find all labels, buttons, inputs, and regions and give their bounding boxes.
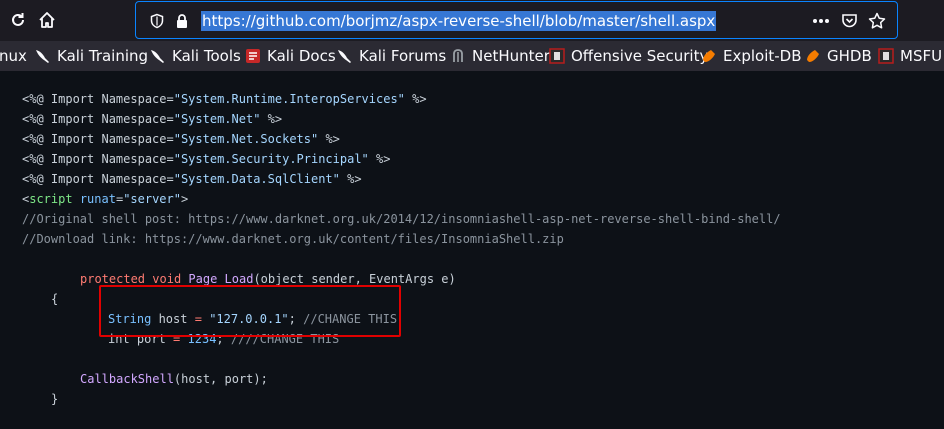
code-line: //Original shell post: https://www.darkn…	[22, 212, 781, 226]
kali-dragon-icon	[35, 48, 51, 64]
bookmark-label: nux	[0, 47, 27, 65]
refresh-icon[interactable]	[3, 5, 33, 35]
kali-docs-icon	[245, 48, 261, 64]
bookmark-nethunter[interactable]: NetHunter	[450, 46, 550, 66]
more-icon[interactable]	[811, 11, 831, 31]
code-line: }	[51, 392, 59, 406]
pocket-icon[interactable]	[839, 11, 859, 31]
bookmarks-bar: nux Kali Training Kali Tools Kali Docs K…	[0, 41, 944, 71]
bookmark-linux[interactable]: nux	[0, 46, 27, 66]
url-text[interactable]: https://github.com/borjmz/aspx-reverse-s…	[201, 11, 717, 31]
bookmark-msfu[interactable]: MSFU	[878, 46, 942, 66]
bookmark-kali-forums[interactable]: Kali Forums	[337, 46, 446, 66]
code-line: <%@ Import Namespace="System.Data.SqlCli…	[22, 172, 362, 186]
bookmark-label: Kali Forums	[359, 47, 447, 65]
bookmark-label: Offensive Security	[571, 47, 709, 65]
shield-icon[interactable]	[147, 11, 167, 31]
bookmark-offensive-security[interactable]: Offensive Security	[549, 46, 708, 66]
bookmark-kali-docs[interactable]: Kali Docs	[245, 46, 336, 66]
bookmark-label: GHDB	[827, 47, 872, 65]
highlight-annotation-box	[99, 285, 401, 337]
bookmark-label: Kali Training	[57, 47, 149, 65]
nethunter-icon	[450, 48, 466, 64]
lock-icon[interactable]	[172, 11, 192, 31]
code-line: <%@ Import Namespace="System.Net" %>	[22, 112, 283, 126]
code-line: <%@ Import Namespace="System.Runtime.Int…	[22, 92, 427, 106]
kali-dragon-icon	[337, 48, 353, 64]
bookmark-exploit-db[interactable]: Exploit-DB	[701, 46, 802, 66]
bookmark-label: Kali Docs	[267, 47, 336, 65]
url-bar[interactable]: https://github.com/borjmz/aspx-reverse-s…	[135, 1, 898, 39]
offsec-icon	[878, 48, 894, 64]
bookmark-label: MSFU	[900, 47, 943, 65]
code-line: //Download link: https://www.darknet.org…	[22, 232, 564, 246]
code-line: <%@ Import Namespace="System.Net.Sockets…	[22, 132, 340, 146]
bookmark-label: Exploit-DB	[723, 47, 802, 65]
bookmark-kali-tools[interactable]: Kali Tools	[150, 46, 241, 66]
code-line: CallbackShell(host, port);	[80, 372, 268, 386]
code-line: <script runat="server">	[22, 192, 189, 206]
kali-dragon-icon	[150, 48, 166, 64]
bookmark-ghdb[interactable]: GHDB	[805, 46, 872, 66]
bookmark-kali-training[interactable]: Kali Training	[35, 46, 148, 66]
bookmark-label: NetHunter	[472, 47, 550, 65]
code-line: protected void Page_Load(object sender, …	[80, 272, 456, 286]
star-icon[interactable]	[867, 11, 887, 31]
home-icon[interactable]	[32, 5, 62, 35]
offsec-icon	[549, 48, 565, 64]
code-line: <%@ Import Namespace="System.Security.Pr…	[22, 152, 391, 166]
ghdb-icon	[805, 48, 821, 64]
code-view: <%@ Import Namespace="System.Runtime.Int…	[0, 71, 944, 409]
exploitdb-icon	[701, 48, 717, 64]
bookmark-label: Kali Tools	[172, 47, 241, 65]
browser-toolbar: https://github.com/borjmz/aspx-reverse-s…	[0, 0, 944, 41]
